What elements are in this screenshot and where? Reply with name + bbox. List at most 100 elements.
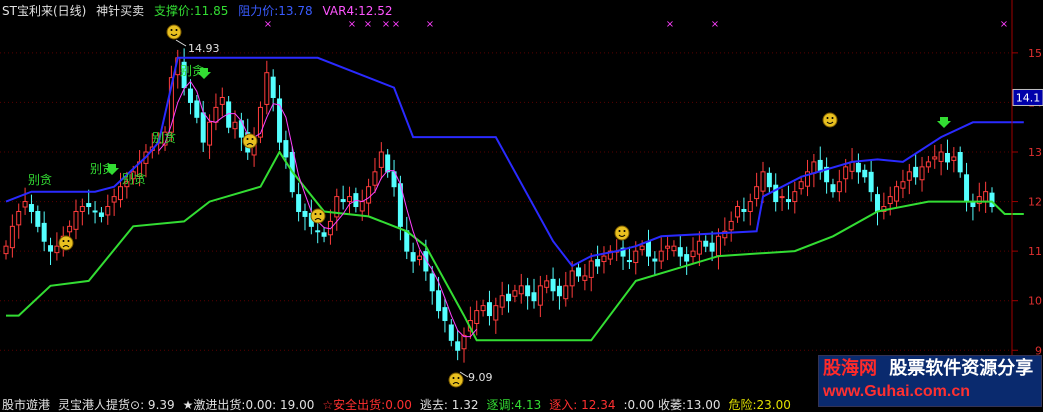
candle-body <box>671 245 677 252</box>
candle-body <box>187 88 193 103</box>
candle-body <box>118 186 124 201</box>
candle-body <box>830 184 836 193</box>
candle-body <box>321 232 327 237</box>
candle-body <box>773 184 779 203</box>
candle-body <box>836 181 842 193</box>
candle-body <box>785 199 791 203</box>
price-chart[interactable]: 14.939.09别贪别贪别贪别贪别贪××××××××× 91011121314… <box>0 0 1043 410</box>
candle-body <box>378 151 384 168</box>
candle-body <box>404 230 410 252</box>
candle-body <box>919 166 925 181</box>
candle-body <box>213 106 219 123</box>
candle-body <box>41 222 47 242</box>
candle-body <box>499 295 505 308</box>
low-price-label: 9.09 <box>468 371 493 384</box>
candle-body <box>855 162 861 173</box>
cross-mark-0: × <box>264 19 272 30</box>
candle-body <box>283 140 289 158</box>
watermark-name: 股海网 <box>823 358 877 379</box>
candle-body <box>696 240 702 255</box>
candle-body <box>868 171 874 193</box>
tick-label-13: 13 <box>1028 146 1042 159</box>
tick-label-12: 12 <box>1028 196 1042 209</box>
candle-body <box>385 154 391 173</box>
tick-label-11: 11 <box>1028 245 1042 258</box>
candle-body <box>944 152 950 163</box>
candle-body <box>792 191 798 203</box>
candle-body <box>270 76 276 98</box>
watermark-logo: 股海网 股票软件资源分享 www.Guhai.com.cn <box>818 355 1042 407</box>
signal-label-3: 别贪 <box>152 130 176 145</box>
candle-body <box>480 305 486 312</box>
cross-mark-2: × <box>364 19 372 30</box>
candle-body <box>340 199 346 203</box>
current-price-label: 14.1 <box>1016 91 1041 104</box>
sad-face-icon <box>58 235 74 251</box>
candle-body <box>28 204 34 212</box>
candle-body <box>677 247 683 257</box>
candle-body <box>754 186 760 200</box>
candle-body <box>3 245 9 255</box>
candle-body <box>779 196 785 199</box>
candle-body <box>455 341 461 351</box>
candle-body <box>576 267 582 277</box>
candle-body <box>537 285 543 306</box>
candle-body <box>105 206 111 216</box>
candle-body <box>22 201 28 208</box>
candle-body <box>601 255 607 263</box>
watermark-slogan: 股票软件资源分享 <box>889 358 1034 379</box>
resistance-price: 阻力价:13.78 <box>238 4 313 18</box>
cross-mark-6: × <box>666 19 674 30</box>
candle-body <box>556 285 562 297</box>
sad-face-icon <box>448 372 464 388</box>
candle-body <box>906 171 912 181</box>
candle-body <box>264 72 270 105</box>
candle-body <box>54 245 60 254</box>
candle-body <box>703 240 709 247</box>
candle-body <box>518 285 524 295</box>
candle-body <box>442 307 448 322</box>
candle-body <box>626 260 632 263</box>
candle-body <box>932 156 938 160</box>
candle-body <box>111 196 117 203</box>
candle-body <box>741 208 747 212</box>
candle-body <box>73 210 79 230</box>
candle-body <box>474 310 480 324</box>
candle-body <box>461 334 467 350</box>
candle-body <box>900 181 906 189</box>
candle-body <box>582 275 588 281</box>
candle-body <box>512 290 518 297</box>
candle-body <box>9 225 15 249</box>
candle-body <box>709 242 715 252</box>
candle-body <box>315 230 321 233</box>
candle-body <box>429 273 435 292</box>
candle-body <box>48 245 54 252</box>
candle-body <box>989 192 995 208</box>
smiley-icon <box>614 225 630 241</box>
cross-mark-8: × <box>1000 19 1008 30</box>
candle-body <box>366 186 372 204</box>
smiley-icon <box>822 112 838 128</box>
candle-body <box>550 278 556 292</box>
candle-body <box>296 194 302 212</box>
candle-body <box>798 181 804 190</box>
tick-label-15: 15 <box>1028 47 1042 60</box>
candle-body <box>486 302 492 317</box>
chart-background <box>0 0 1043 410</box>
candle-body <box>639 245 645 251</box>
candle-body <box>35 210 41 227</box>
candle-body <box>569 270 575 287</box>
candle-body <box>843 166 849 180</box>
cross-mark-4: × <box>392 19 400 30</box>
candle-body <box>874 194 880 212</box>
candle-body <box>690 250 696 258</box>
candle-body <box>410 252 416 262</box>
candle-body <box>728 220 734 231</box>
candle-body <box>760 171 766 192</box>
candle-body <box>913 166 919 178</box>
stock-title: ST宝利来(日线) <box>2 4 87 18</box>
candle-body <box>887 196 893 205</box>
candle-body <box>98 212 104 217</box>
support-price: 支撑价:11.85 <box>153 4 229 18</box>
candle-body <box>938 151 944 162</box>
